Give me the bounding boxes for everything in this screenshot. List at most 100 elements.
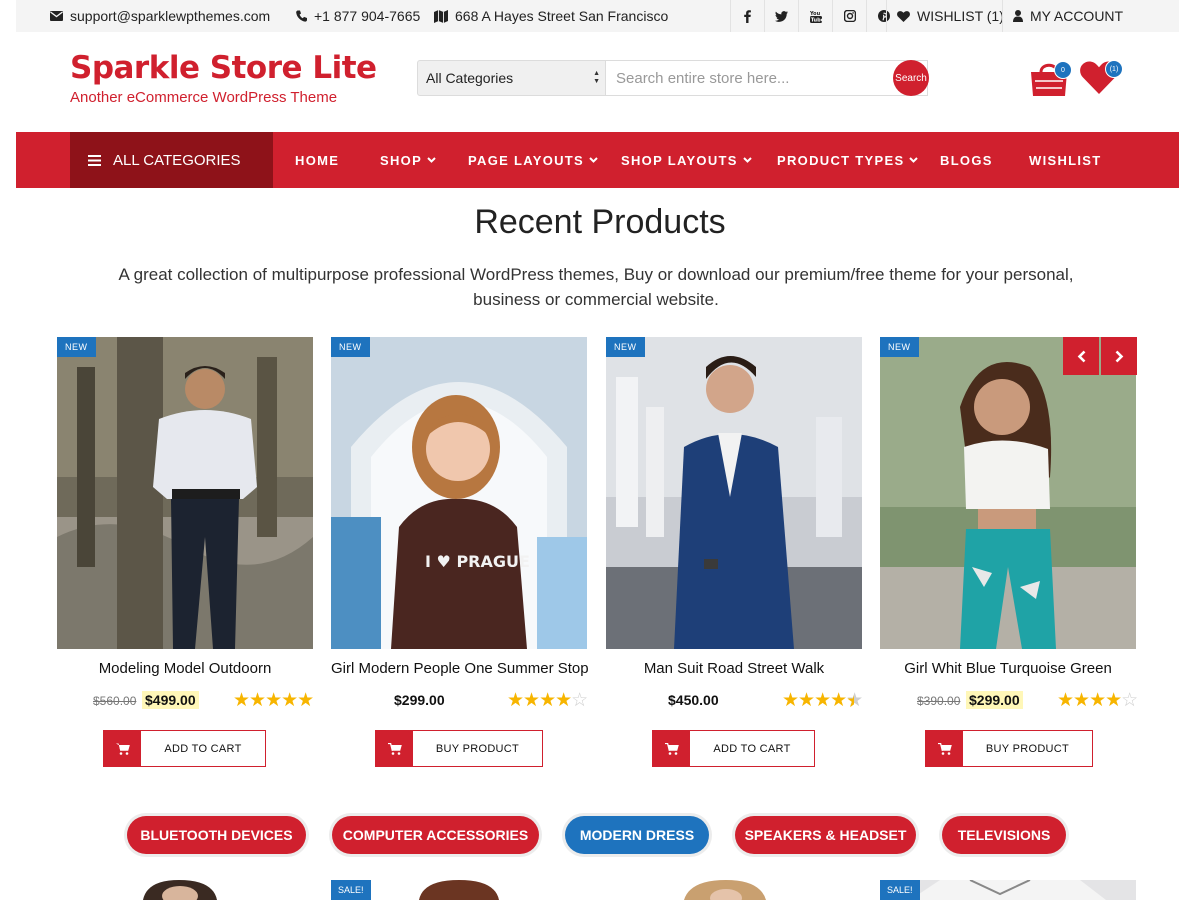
facebook-icon [744, 9, 751, 23]
add-to-cart-label: ADD TO CART [713, 742, 791, 755]
product-image-partial[interactable] [57, 880, 313, 900]
cart-icon [115, 743, 130, 755]
carousel-next-button[interactable] [1101, 337, 1137, 375]
product-photo-woman-jeans [880, 337, 1136, 649]
buy-product-label: BUY PRODUCT [985, 742, 1070, 755]
section-description: A great collection of multipurpose profe… [118, 265, 1074, 309]
nav-blogs-label: BLOGS [940, 152, 993, 168]
product-price: $299.00 [394, 692, 445, 708]
product-image[interactable]: I ♥ PRAGUE NEW [331, 337, 587, 649]
category-select[interactable]: All Categories ▲ ▼ [417, 60, 606, 96]
site-title[interactable]: Sparkle Store Lite [70, 50, 377, 86]
chevron-down-icon [589, 157, 598, 163]
youtube-icon: YouTube [809, 11, 822, 23]
chevron-down-icon [743, 157, 752, 163]
select-arrows-icon: ▲ ▼ [593, 70, 600, 85]
cart-count-badge: 0 [1054, 61, 1072, 79]
topbar-account-label: MY ACCOUNT [1030, 8, 1124, 24]
nav-home-label: HOME [295, 152, 340, 168]
add-to-cart-button[interactable]: ADD TO CART [103, 730, 266, 767]
product-image[interactable]: NEW [606, 337, 862, 649]
search-placeholder: Search entire store here... [616, 69, 790, 87]
topbar-phone[interactable]: +1 877 904-7665 [296, 0, 420, 32]
product-rating-stars: ★★★★☆ [507, 690, 588, 711]
sale-badge: SALE! [880, 880, 920, 900]
product-name[interactable]: Girl Modern People One Summer Stop [331, 660, 589, 677]
chevron-down-icon [427, 157, 436, 163]
topbar-wishlist-label: WISHLIST (1) [917, 8, 1004, 24]
cart-icon [387, 742, 402, 755]
new-badge: NEW [880, 337, 919, 357]
category-select-value: All Categories [426, 70, 514, 86]
product-name[interactable]: Modeling Model Outdoorn [57, 660, 313, 677]
topbar-wishlist-link[interactable]: WISHLIST (1) [886, 0, 1004, 32]
instagram-icon [843, 10, 856, 22]
carousel-prev-button[interactable] [1063, 337, 1099, 375]
product-image[interactable]: NEW [57, 337, 313, 649]
product-photo-partial [606, 880, 862, 900]
nav-shop-layouts-label: SHOP LAYOUTS [621, 152, 738, 168]
product-price: $499.00 [142, 691, 199, 709]
category-tab-computer-accessories[interactable]: COMPUTER ACCESSORIES [332, 816, 539, 854]
category-tab-bluetooth-devices[interactable]: BLUETOOTH DEVICES [127, 816, 306, 854]
twitter-icon [775, 10, 788, 22]
nav-wishlist[interactable]: WISHLIST [1029, 132, 1102, 188]
buy-product-button[interactable]: BUY PRODUCT [375, 730, 543, 767]
user-icon [1013, 10, 1023, 22]
new-badge: NEW [57, 337, 96, 357]
search-button[interactable]: Search [893, 60, 929, 96]
add-to-cart-button[interactable]: ADD TO CART [652, 730, 815, 767]
product-old-price: $390.00 [917, 694, 961, 708]
category-tab-modern-dress[interactable]: MODERN DRESS [565, 816, 709, 854]
product-image[interactable]: NEW [880, 337, 1136, 649]
product-photo-woman-tshirt: I ♥ PRAGUE [331, 337, 587, 649]
nav-shop-label: SHOP [380, 152, 423, 168]
product-rating-stars: ★★★★★ [233, 690, 314, 711]
phone-icon [296, 10, 307, 22]
product-rating-stars: ★★★★★★ [782, 690, 863, 712]
product-photo-man-outdoor [57, 337, 313, 649]
topbar-address-text: 668 A Hayes Street San Francisco [455, 8, 669, 24]
new-badge: NEW [331, 337, 370, 357]
category-tab-speakers-headset[interactable]: SPEAKERS & HEADSET [735, 816, 916, 854]
all-categories-toggle[interactable]: ALL CATEGORIES [70, 132, 273, 188]
section-title: Recent Products [474, 203, 726, 241]
buy-product-button[interactable]: BUY PRODUCT [925, 730, 1093, 767]
product-photo-man-suit [606, 337, 862, 649]
cart-icon [937, 742, 952, 755]
nav-shop-layouts[interactable]: SHOP LAYOUTS [621, 132, 752, 188]
search-input[interactable]: Search entire store here... [606, 60, 928, 96]
nav-blogs[interactable]: BLOGS [940, 132, 993, 188]
heart-icon [897, 10, 910, 22]
product-image-partial[interactable]: SALE! [331, 880, 587, 900]
product-rating-stars: ★★★★☆ [1057, 690, 1138, 711]
topbar-account-link[interactable]: MY ACCOUNT [1002, 0, 1123, 32]
product-image-partial[interactable] [606, 880, 862, 900]
product-photo-partial [57, 880, 313, 900]
instagram-link[interactable] [832, 0, 866, 32]
map-icon [434, 9, 448, 23]
chevron-right-icon [1115, 350, 1123, 362]
nav-product-types[interactable]: PRODUCT TYPES [777, 132, 919, 188]
chevron-down-icon [909, 157, 919, 163]
topbar-email-text: support@sparklewpthemes.com [70, 8, 271, 24]
topbar-phone-text: +1 877 904-7665 [314, 8, 421, 24]
tshirt-print-text: I ♥ PRAGUE [425, 552, 530, 571]
product-image-partial[interactable]: SALE! [880, 880, 1136, 900]
nav-page-layouts[interactable]: PAGE LAYOUTS [468, 132, 598, 188]
site-tagline: Another eCommerce WordPress Theme [70, 89, 338, 106]
topbar-address: 668 A Hayes Street San Francisco [434, 0, 668, 32]
nav-home[interactable]: HOME [295, 132, 339, 188]
twitter-link[interactable] [764, 0, 798, 32]
category-tab-televisions[interactable]: TELEVISIONS [942, 816, 1066, 854]
topbar-email[interactable]: support@sparklewpthemes.com [50, 0, 270, 32]
add-to-cart-label: ADD TO CART [164, 742, 242, 755]
facebook-link[interactable] [730, 0, 764, 32]
nav-page-layouts-label: PAGE LAYOUTS [468, 152, 585, 168]
nav-shop[interactable]: SHOP [380, 132, 436, 188]
youtube-link[interactable]: YouTube [798, 0, 832, 32]
buy-product-label: BUY PRODUCT [435, 742, 520, 755]
product-price: $299.00 [966, 691, 1023, 709]
product-name[interactable]: Girl Whit Blue Turquoise Green [880, 660, 1136, 677]
product-name[interactable]: Man Suit Road Street Walk [606, 660, 862, 677]
